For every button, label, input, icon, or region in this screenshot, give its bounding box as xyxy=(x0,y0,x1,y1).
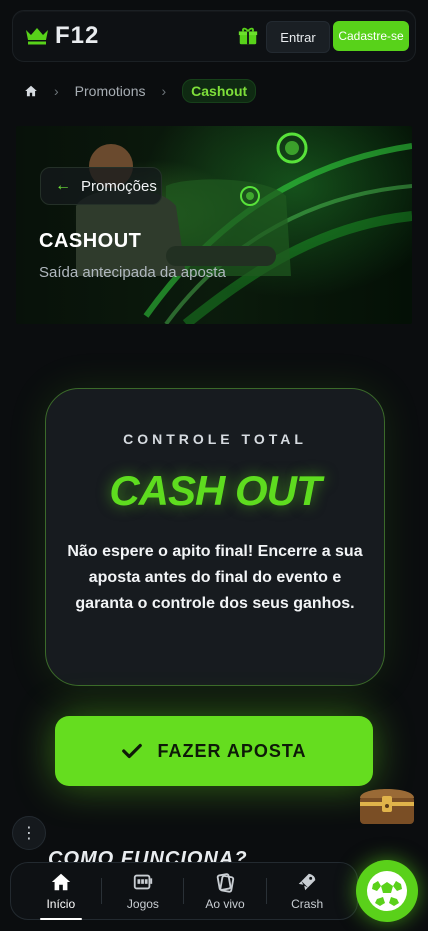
card-kicker: CONTROLE TOTAL xyxy=(123,431,307,447)
card-description: Não espere o apito final! Encerre a sua … xyxy=(67,543,363,612)
card-title: CASH OUT xyxy=(109,467,321,514)
nav-item-home[interactable]: Início xyxy=(22,867,100,920)
breadcrumb: › Promotions › Cashout xyxy=(24,78,257,104)
nav-divider xyxy=(265,878,267,904)
back-label: Promoções xyxy=(81,177,157,195)
chevron-right-icon: › xyxy=(161,83,167,99)
nav-label: Jogos xyxy=(126,897,159,911)
login-button[interactable]: Entrar xyxy=(266,21,330,53)
crown-logo-icon xyxy=(26,28,48,45)
nav-divider xyxy=(101,878,103,904)
nav-item-live[interactable]: Ao vivo xyxy=(186,867,264,915)
bottom-navigation: Início Jogos Ao vivo Crash xyxy=(10,862,358,920)
hero-banner: ← Promoções CASHOUT Saída antecipada da … xyxy=(16,126,412,324)
back-to-promotions-button[interactable]: ← Promoções xyxy=(40,167,162,205)
nav-label: Crash xyxy=(291,897,324,911)
nav-item-games[interactable]: Jogos xyxy=(104,867,182,915)
brand-name: F12 xyxy=(55,22,100,49)
nav-label: Ao vivo xyxy=(205,897,245,911)
place-bet-button[interactable]: FAZER APOSTA xyxy=(55,716,373,786)
check-icon xyxy=(122,743,143,759)
brand-logo[interactable]: F12 xyxy=(25,22,100,49)
home-icon xyxy=(51,873,70,891)
nav-divider xyxy=(183,878,185,904)
kebab-icon: ⋮ xyxy=(21,825,37,842)
soccer-ball-icon xyxy=(367,871,407,911)
app-header: F12 Entrar Cadastre-se xyxy=(12,10,416,62)
rocket-icon xyxy=(298,873,316,891)
gift-icon[interactable] xyxy=(237,25,259,47)
arrow-left-icon: ← xyxy=(55,177,71,194)
more-options-button[interactable]: ⋮ xyxy=(12,816,46,850)
breadcrumb-item-promotions[interactable]: Promotions xyxy=(75,83,146,99)
breadcrumb-current: Cashout xyxy=(182,79,257,103)
nav-item-crash[interactable]: Crash xyxy=(268,867,346,915)
home-icon[interactable] xyxy=(24,84,38,98)
chevron-right-icon: › xyxy=(54,83,59,99)
sports-fab-button[interactable] xyxy=(356,860,418,922)
treasure-chest-icon[interactable] xyxy=(356,780,418,830)
hero-illustration xyxy=(76,132,412,324)
nav-label: Início xyxy=(46,897,76,911)
cashout-info-card: CONTROLE TOTAL CASH OUT Não espere o api… xyxy=(45,388,385,686)
slot-machine-icon xyxy=(133,874,153,890)
hero-title: CASHOUT xyxy=(39,230,142,252)
signup-button[interactable]: Cadastre-se xyxy=(333,21,409,51)
cards-icon xyxy=(216,873,235,893)
place-bet-label: FAZER APOSTA xyxy=(157,740,307,761)
hero-subtitle: Saída antecipada da aposta xyxy=(39,264,226,281)
